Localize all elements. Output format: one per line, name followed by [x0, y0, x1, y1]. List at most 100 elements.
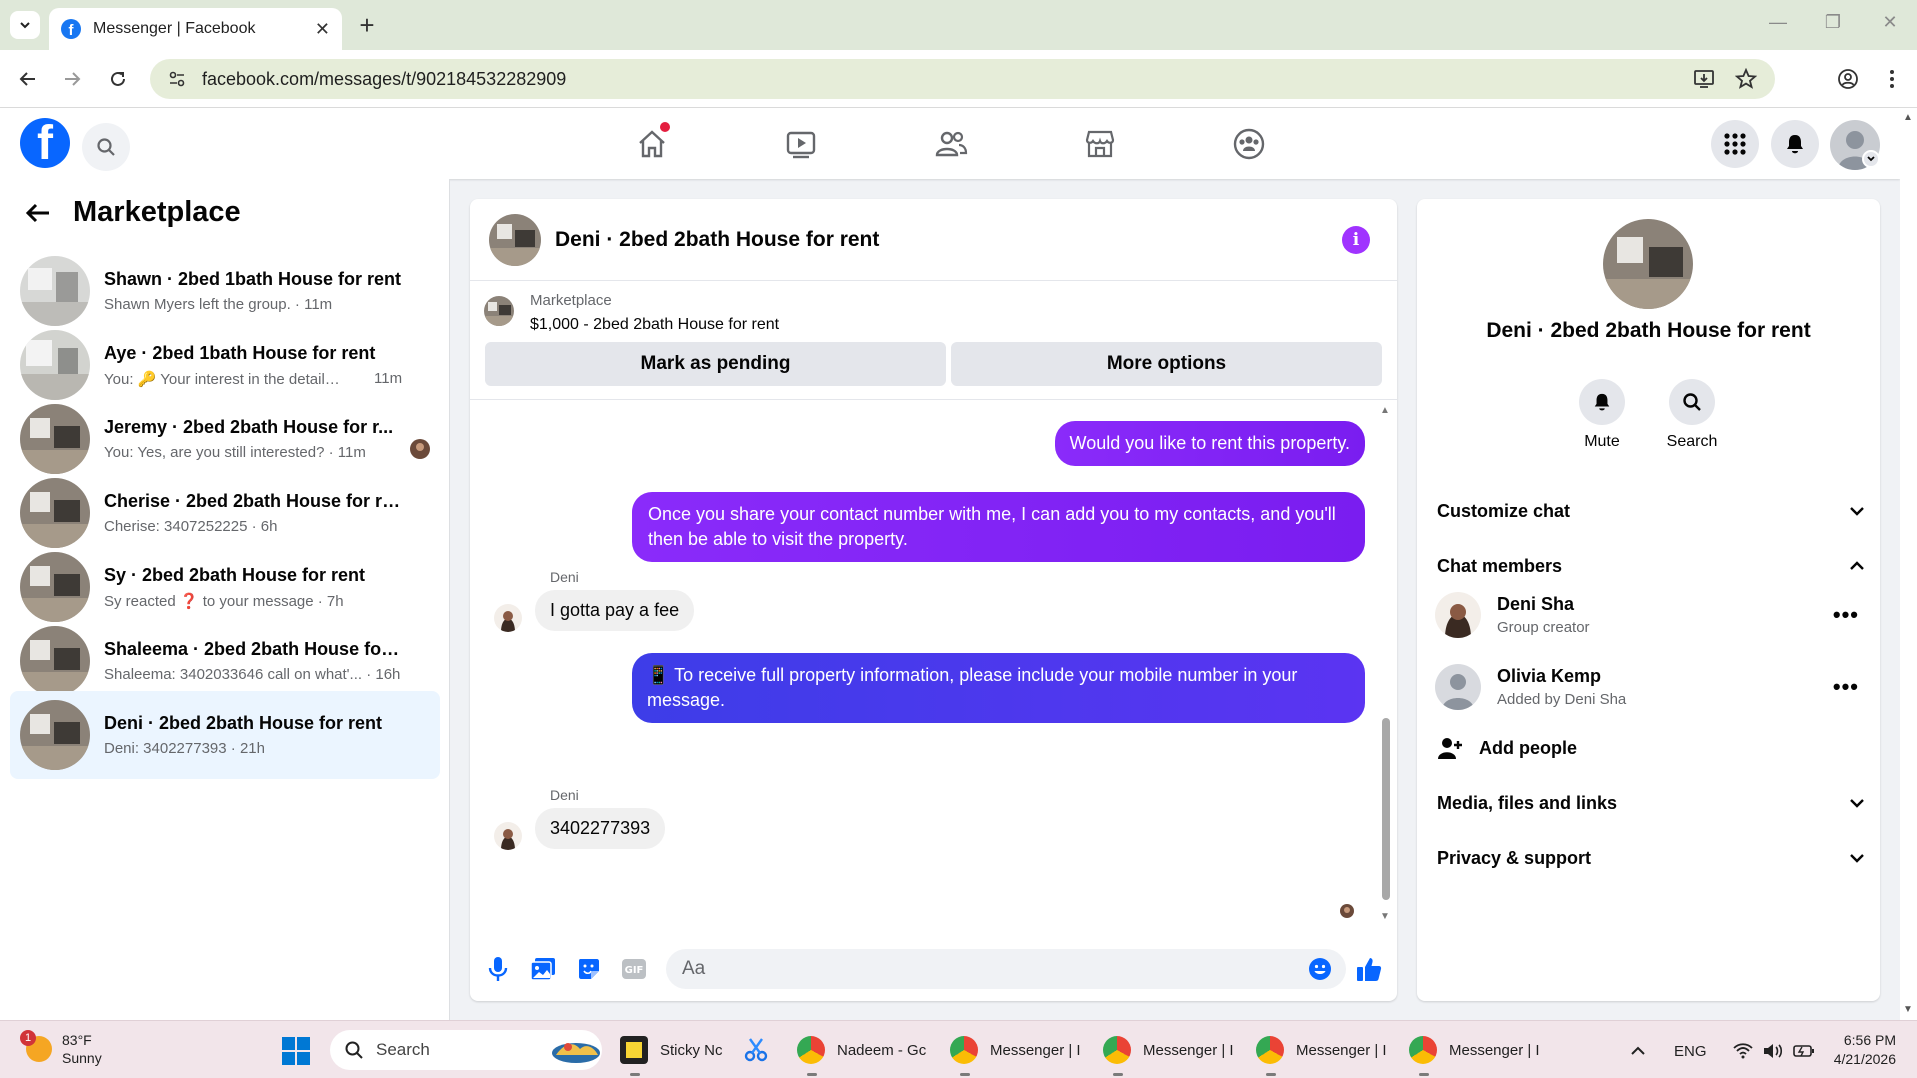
notifications-button[interactable]: [1771, 120, 1819, 168]
scroll-up-icon[interactable]: ▲: [1903, 112, 1913, 123]
minimize-icon[interactable]: —: [1763, 12, 1793, 33]
sticker-button[interactable]: [574, 954, 604, 984]
taskbar-clock[interactable]: 6:56 PM 4/21/2026: [1826, 1031, 1896, 1069]
tab-title: Messenger | Facebook: [93, 20, 256, 37]
taskbar-app[interactable]: Sticky Nc: [620, 1030, 723, 1076]
windows-logo-icon: [297, 1052, 310, 1065]
arrow-right-icon: [65, 72, 81, 86]
member-row[interactable]: Olivia Kemp Added by Deni Sha •••: [1435, 659, 1865, 715]
chat-scrollbar[interactable]: ▲ ▼: [1378, 405, 1392, 923]
page-scrollbar[interactable]: ▲ ▼: [1900, 108, 1917, 1020]
conversation-name: Shawn · 2bed 1bath House for rent: [104, 269, 402, 289]
outgoing-message[interactable]: Would you like to rent this property.: [1054, 421, 1365, 466]
chat-avatar[interactable]: [489, 213, 541, 266]
customize-chat-section[interactable]: Customize chat: [1437, 491, 1865, 531]
language-indicator[interactable]: ENG: [1674, 1043, 1707, 1060]
bookmark-star-icon[interactable]: [1733, 66, 1759, 92]
conversation-preview: Deni: 3402277393 · 21h: [104, 740, 265, 757]
groups-nav-button[interactable]: [1227, 122, 1271, 166]
sender-avatar[interactable]: [494, 604, 522, 632]
start-button[interactable]: [282, 1037, 310, 1065]
conversation-info-icon[interactable]: i: [1342, 226, 1370, 254]
scroll-up-icon[interactable]: ▲: [1380, 405, 1390, 416]
new-tab-button[interactable]: +: [352, 10, 382, 41]
install-app-icon[interactable]: [1691, 66, 1717, 92]
taskbar-app[interactable]: Messenger | I: [1409, 1030, 1540, 1076]
chat-info-name: Deni · 2bed 2bath House for rent: [1486, 319, 1811, 342]
menu-kebab-icon[interactable]: [1878, 65, 1906, 93]
volume-icon[interactable]: [1763, 1043, 1783, 1059]
scroll-down-icon[interactable]: ▼: [1903, 1004, 1913, 1015]
taskbar-app-label: Messenger | I: [1449, 1041, 1540, 1059]
more-options-button[interactable]: More options: [951, 342, 1382, 386]
taskbar-app[interactable]: Messenger | I: [950, 1030, 1081, 1076]
reload-button[interactable]: [104, 65, 132, 93]
taskbar-app[interactable]: Messenger | I: [1256, 1030, 1387, 1076]
emoji-button[interactable]: [1305, 954, 1335, 984]
account-menu-chevron-icon[interactable]: [1862, 150, 1880, 168]
taskbar-app[interactable]: Messenger | I: [1103, 1030, 1234, 1076]
incoming-message[interactable]: I gotta pay a fee: [535, 590, 695, 631]
outgoing-message[interactable]: 📱 To receive full property information, …: [632, 653, 1365, 723]
friends-nav-button[interactable]: [929, 122, 973, 166]
mark-as-pending-button[interactable]: Mark as pending: [485, 342, 946, 386]
browser-tab[interactable]: f Messenger | Facebook ✕: [49, 8, 342, 50]
voice-clip-button[interactable]: [483, 954, 513, 984]
restore-icon[interactable]: ❐: [1818, 12, 1848, 33]
taskbar-app[interactable]: Nadeem - Gc: [797, 1030, 926, 1076]
taskbar-search[interactable]: Search: [330, 1030, 602, 1070]
chevron-up-icon[interactable]: [1630, 1046, 1646, 1056]
chat-members-section[interactable]: Chat members: [1437, 546, 1865, 586]
menu-button[interactable]: [1711, 120, 1759, 168]
close-tab-icon[interactable]: ✕: [315, 19, 330, 40]
back-arrow-icon[interactable]: [25, 202, 51, 224]
system-tray: ENG: [1630, 1031, 1815, 1071]
mute-action[interactable]: Mute: [1567, 379, 1637, 451]
scroll-thumb[interactable]: [1382, 718, 1390, 900]
facebook-search-button[interactable]: [82, 123, 130, 171]
forward-button[interactable]: [58, 65, 86, 93]
incoming-message[interactable]: 3402277393: [535, 808, 666, 849]
listing-title[interactable]: $1,000 - 2bed 2bath House for rent: [530, 316, 779, 334]
attach-photo-button[interactable]: [528, 954, 558, 984]
search-action[interactable]: Search: [1657, 379, 1727, 451]
tab-search-button[interactable]: [10, 11, 40, 39]
battery-icon[interactable]: [1792, 1044, 1815, 1058]
taskbar-app[interactable]: [742, 1030, 782, 1070]
conversation-item-active[interactable]: Deni · 2bed 2bath House for rent Deni: 3…: [10, 691, 440, 779]
listing-thumbnail[interactable]: [484, 296, 514, 326]
more-options-icon[interactable]: •••: [1833, 602, 1859, 628]
site-settings-icon[interactable]: [168, 70, 186, 88]
weather-widget[interactable]: 1 83°F Sunny: [20, 1030, 102, 1067]
wifi-icon[interactable]: [1732, 1043, 1753, 1059]
scroll-down-icon[interactable]: ▼: [1380, 911, 1390, 922]
taskbar-app-label: Sticky Nc: [660, 1041, 723, 1059]
conversation-name: Deni · 2bed 2bath House for rent: [104, 713, 383, 733]
close-window-icon[interactable]: ✕: [1875, 12, 1905, 33]
member-row[interactable]: Deni Sha Group creator •••: [1435, 587, 1865, 643]
address-bar[interactable]: facebook.com/messages/t/902184532282909: [150, 59, 1775, 99]
section-title: Customize chat: [1437, 500, 1571, 521]
facebook-logo-icon[interactable]: f: [20, 118, 70, 168]
privacy-support-section[interactable]: Privacy & support: [1437, 838, 1865, 878]
media-files-section[interactable]: Media, files and links: [1437, 783, 1865, 823]
add-people-button[interactable]: Add people: [1437, 728, 1865, 768]
back-button[interactable]: [14, 65, 42, 93]
gif-button[interactable]: GIF: [619, 954, 649, 984]
profile-icon[interactable]: [1834, 65, 1862, 93]
conversation-avatar: [20, 700, 90, 770]
chat-info-avatar[interactable]: [1603, 219, 1693, 309]
sender-avatar[interactable]: [494, 822, 522, 850]
watch-nav-button[interactable]: [779, 122, 823, 166]
outgoing-message[interactable]: Once you share your contact number with …: [632, 492, 1365, 562]
weather-temp: 83°F: [62, 1032, 92, 1048]
running-indicator: [960, 1073, 970, 1076]
chevron-up-icon: [1850, 561, 1864, 570]
member-role: Added by Deni Sha: [1497, 691, 1627, 708]
like-button[interactable]: [1354, 954, 1384, 984]
marketplace-nav-button[interactable]: [1078, 122, 1122, 166]
chat-title[interactable]: Deni · 2bed 2bath House for rent: [555, 228, 879, 252]
more-options-icon[interactable]: •••: [1833, 674, 1859, 700]
running-indicator: [1419, 1073, 1429, 1076]
message-input[interactable]: [666, 949, 1346, 989]
